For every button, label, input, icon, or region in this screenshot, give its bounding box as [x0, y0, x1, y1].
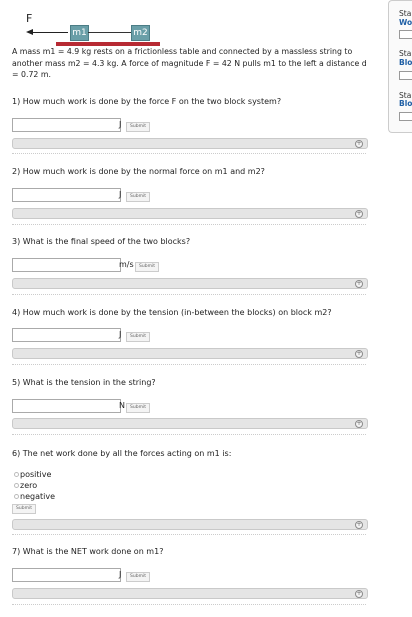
sidebar-link-2[interactable]: Blo [399, 58, 412, 67]
sidebar-title-2: Sta [399, 49, 412, 58]
unit-label-5: N [119, 401, 125, 410]
radio-button[interactable] [14, 483, 19, 488]
divider [12, 604, 366, 605]
expand-plus-icon[interactable]: + [355, 280, 363, 288]
question-5: 5) What is the tension in the string? [12, 378, 156, 387]
radio-option-zero[interactable]: zero [14, 481, 37, 490]
sidebar-input-3[interactable] [399, 112, 412, 121]
submit-button-7[interactable]: Submit [126, 572, 150, 582]
question-7: 7) What is the NET work done on m1? [12, 547, 164, 556]
answer-input-2[interactable] [12, 188, 121, 202]
unit-label-7: J [119, 570, 122, 579]
problem-statement: A mass m1 = 4.9 kg rests on a frictionle… [12, 47, 367, 79]
question-4: 4) How much work is done by the tension … [12, 308, 332, 317]
sidebar-input-2[interactable] [399, 71, 412, 80]
submit-button-4[interactable]: Submit [126, 332, 150, 342]
expand-plus-icon[interactable]: + [355, 210, 363, 218]
hint-bar-1[interactable]: + [12, 138, 368, 149]
radio-button[interactable] [14, 494, 19, 499]
question-3: 3) What is the final speed of the two bl… [12, 237, 191, 246]
question-6: 6) The net work done by all the forces a… [12, 449, 232, 458]
hint-bar-2[interactable]: + [12, 208, 368, 219]
answer-input-1[interactable] [12, 118, 121, 132]
string-line [88, 32, 131, 33]
divider [12, 224, 366, 225]
hint-bar-7[interactable]: + [12, 588, 368, 599]
hint-bar-3[interactable]: + [12, 278, 368, 289]
unit-label-2: J [119, 190, 122, 199]
block-m1: m1 [70, 25, 89, 41]
radio-option-positive[interactable]: positive [14, 470, 51, 479]
submit-button-3[interactable]: Submit [135, 262, 159, 272]
sidebar-input-1[interactable] [399, 30, 412, 39]
expand-plus-icon[interactable]: + [355, 521, 363, 529]
hint-bar-4[interactable]: + [12, 348, 368, 359]
answer-input-4[interactable] [12, 328, 121, 342]
expand-plus-icon[interactable]: + [355, 590, 363, 598]
question-2: 2) How much work is done by the normal f… [12, 167, 265, 176]
submit-button-2[interactable]: Submit [126, 192, 150, 202]
expand-plus-icon[interactable]: + [355, 140, 363, 148]
answer-input-3[interactable] [12, 258, 121, 272]
expand-plus-icon[interactable]: + [355, 350, 363, 358]
sidebar-link-1[interactable]: Wo [399, 18, 412, 27]
divider [12, 364, 366, 365]
block-m2: m2 [131, 25, 150, 41]
sidebar-title-1: Sta [399, 9, 412, 18]
hint-bar-5[interactable]: + [12, 418, 368, 429]
submit-button-1[interactable]: Submit [126, 122, 150, 132]
unit-label-3: m/s [119, 260, 134, 269]
question-1: 1) How much work is done by the force F … [12, 97, 282, 106]
unit-label-4: J [119, 330, 122, 339]
submit-button-5[interactable]: Submit [126, 403, 150, 413]
hint-bar-6[interactable]: + [12, 519, 368, 530]
expand-plus-icon[interactable]: + [355, 420, 363, 428]
answer-input-7[interactable] [12, 568, 121, 582]
radio-button[interactable] [14, 472, 19, 477]
divider [12, 153, 366, 154]
radio-option-negative[interactable]: negative [14, 492, 55, 501]
divider [12, 434, 366, 435]
force-label: F [26, 12, 33, 25]
physics-diagram: F m1 m2 [12, 12, 160, 46]
submit-button-6[interactable]: Submit [12, 504, 36, 514]
divider [12, 294, 366, 295]
answer-input-5[interactable] [12, 399, 121, 413]
sidebar-panel: Sta Wo Sta Blo Sta Blo [388, 0, 412, 133]
sidebar-link-3[interactable]: Blo [399, 99, 412, 108]
divider [12, 534, 366, 535]
force-arrow-line [30, 32, 68, 33]
unit-label-1: J [119, 120, 122, 129]
